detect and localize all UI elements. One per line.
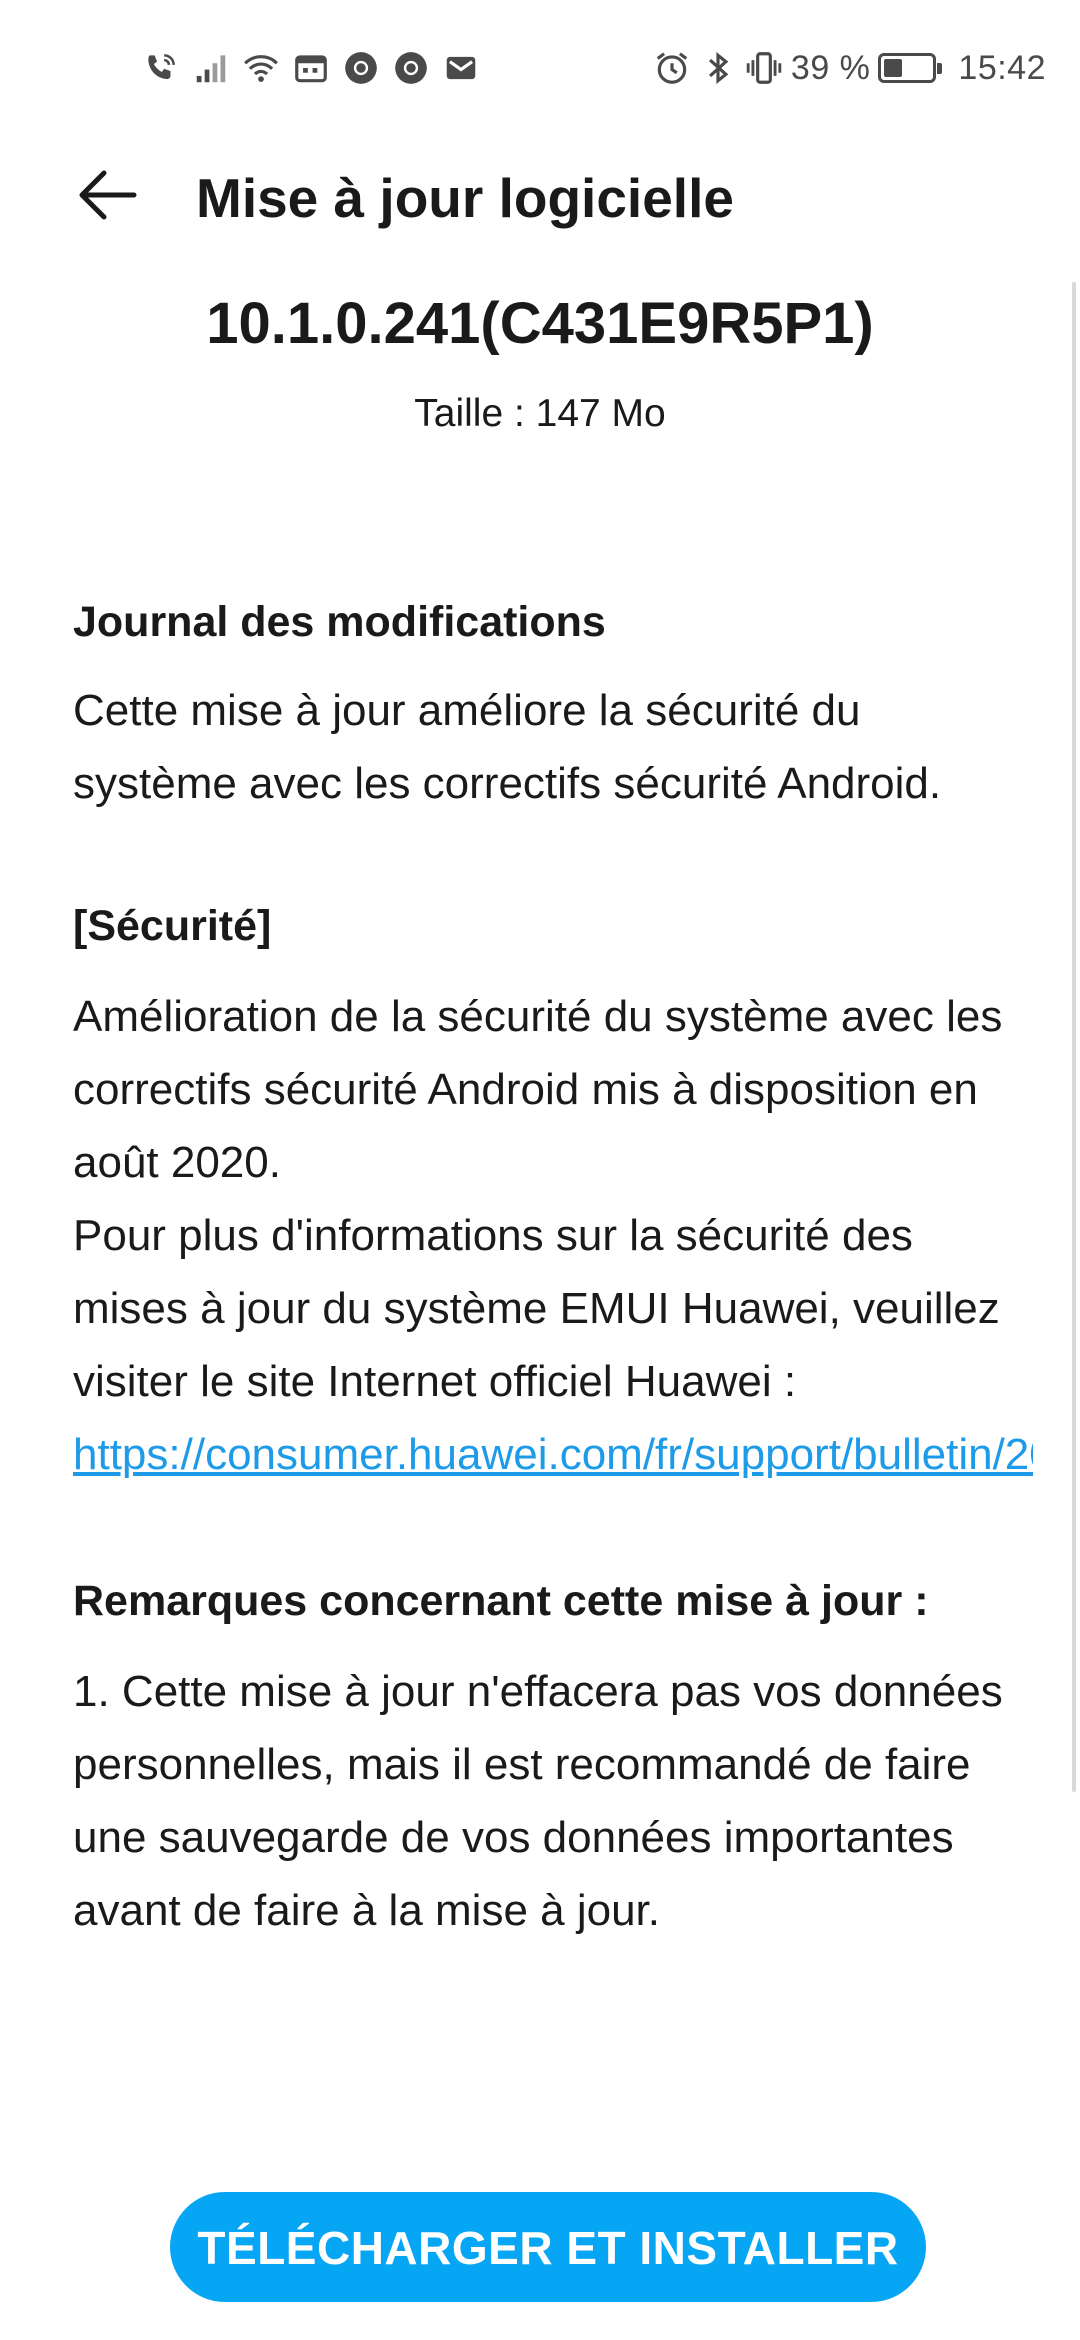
changelog-content[interactable]: Journal des modifications Cette mise à j… (73, 592, 1033, 2120)
security-more-text: Pour plus d'informations sur la sécurité… (73, 1211, 1000, 1406)
security-more-info: Pour plus d'informations sur la sécurité… (73, 1199, 1033, 1491)
vibrate-icon (746, 52, 782, 84)
page-title: Mise à jour logicielle (196, 167, 734, 229)
clock: 15:42 (958, 48, 1046, 87)
changelog-heading: Journal des modifications (73, 598, 606, 646)
back-arrow-icon[interactable] (72, 160, 142, 230)
status-bar: 39 % 15:42 (0, 0, 1080, 120)
scroll-indicator[interactable] (1072, 282, 1076, 1792)
download-install-button[interactable]: TÉLÉCHARGER ET INSTALLER (170, 2192, 926, 2302)
security-heading: [Sécurité] (73, 902, 272, 950)
signal-icon (196, 55, 226, 83)
wifi-icon (244, 55, 278, 82)
chrome-icon (395, 52, 427, 84)
security-bulletin-link[interactable]: https://consumer.huawei.com/fr/support/b… (73, 1430, 1033, 1479)
gmail-icon (446, 56, 476, 80)
chrome-icon (345, 52, 377, 84)
bluetooth-icon (708, 52, 729, 84)
security-text: Amélioration de la sécurité du système a… (73, 992, 1003, 1187)
status-bar-left (142, 46, 480, 90)
note-item-1: 1. Cette mise à jour n'effacera pas vos … (73, 1667, 1003, 1935)
status-bar-right: 39 % 15:42 (653, 46, 1046, 90)
version-number: 10.1.0.241(C431E9R5P1) (206, 291, 874, 356)
battery-icon (878, 53, 943, 83)
alarm-icon (656, 52, 688, 84)
software-update-screen: 39 % 15:42 Mise à jour logicielle 10.1.0… (0, 0, 1080, 2340)
update-size: Taille : 147 Mo (414, 392, 666, 435)
wifi-call-icon (148, 54, 175, 80)
notes-heading: Remarques concernant cette mise à jour : (73, 1577, 929, 1625)
calendar-icon (295, 55, 327, 83)
changelog-intro: Cette mise à jour améliore la sécurité d… (73, 686, 942, 808)
battery-percent: 39 % (790, 48, 871, 87)
battery-level-fill (884, 59, 903, 77)
